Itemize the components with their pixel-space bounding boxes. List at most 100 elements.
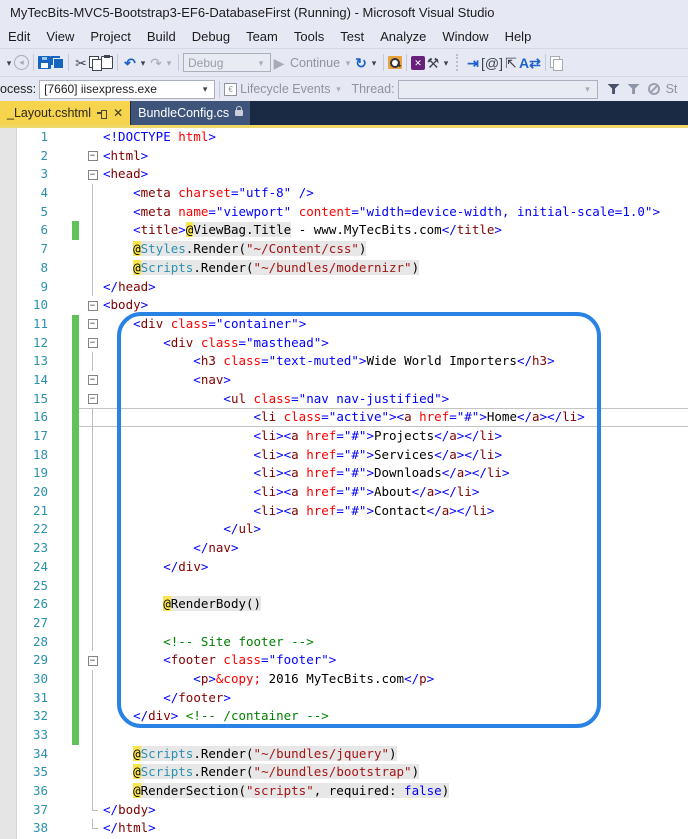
code-line-2[interactable]: 2 − <html> — [0, 147, 688, 166]
code-text[interactable]: @RenderBody() — [103, 595, 688, 614]
code-text[interactable]: <ul class="nav nav-justified"> — [103, 390, 688, 409]
code-line-12[interactable]: 12 − <div class="masthead"> — [0, 333, 688, 353]
continue-play-icon[interactable]: ▶ — [271, 50, 287, 76]
copy-icon[interactable] — [89, 56, 102, 71]
menu-item-team[interactable]: Team — [238, 26, 286, 48]
code-text[interactable]: <!DOCTYPE html> — [103, 128, 688, 147]
redo-caret[interactable]: ▾ — [164, 50, 174, 76]
filter-funnel-caret-icon[interactable] — [628, 83, 640, 95]
code-line-20[interactable]: 20 <li><a href="#">About</a></li> — [0, 483, 688, 502]
code-text[interactable]: </body> — [103, 801, 688, 820]
process-combo[interactable]: [7660] iisexpress.exe ▾ — [39, 79, 216, 99]
fold-collapse-box[interactable]: − — [87, 319, 98, 330]
menu-item-tools[interactable]: Tools — [286, 26, 332, 48]
code-line-4[interactable]: 4 <meta charset="utf-8" /> — [0, 184, 688, 203]
indent-icon[interactable]: ⇥ — [465, 50, 481, 76]
tab-bundleconfig-cs[interactable]: BundleConfig.cs — [131, 101, 251, 125]
sync-namespace-icon[interactable]: ⇱ — [503, 50, 519, 76]
code-text[interactable]: </head> — [103, 278, 688, 297]
code-text[interactable]: @Scripts.Render("~/bundles/bootstrap") — [103, 763, 688, 782]
code-text[interactable]: @Scripts.Render("~/bundles/modernizr") — [103, 259, 688, 278]
fold-collapse-box[interactable]: − — [87, 169, 98, 180]
lifecycle-events-label[interactable]: Lifecycle Events — [240, 82, 330, 96]
code-line-36[interactable]: 36 @RenderSection("scripts", required: f… — [0, 782, 688, 801]
code-text[interactable]: <!-- Site footer --> — [103, 633, 688, 652]
code-line-27[interactable]: 27 — [0, 613, 688, 633]
code-text[interactable]: <html> — [103, 147, 688, 166]
code-text[interactable]: <meta charset="utf-8" /> — [103, 184, 688, 203]
code-text[interactable] — [103, 614, 688, 633]
fold-collapse-box[interactable]: − — [87, 375, 98, 386]
code-line-19[interactable]: 19 <li><a href="#">Downloads</a></li> — [0, 464, 688, 484]
code-line-24[interactable]: 24 </div> — [0, 557, 688, 577]
code-line-3[interactable]: 3 − <head> — [0, 165, 688, 184]
refresh-caret[interactable]: ▾ — [369, 50, 379, 76]
menu-item-test[interactable]: Test — [332, 26, 372, 48]
undo-icon[interactable]: ↶ — [122, 50, 138, 76]
code-line-30[interactable]: 30 <p>&copy; 2016 MyTecBits.com</p> — [0, 669, 688, 689]
code-text[interactable]: <li class="active"><a href="#">Home</a><… — [103, 408, 688, 427]
code-text[interactable]: </div> — [103, 558, 688, 577]
menu-item-edit[interactable]: Edit — [0, 26, 38, 48]
chevron-down-icon[interactable]: ▾ — [333, 77, 343, 101]
thread-combo[interactable]: ▾ — [397, 79, 598, 99]
menu-item-view[interactable]: View — [38, 26, 82, 48]
code-line-14[interactable]: 14 − <nav> — [0, 370, 688, 390]
close-icon[interactable]: ✕ — [113, 107, 123, 119]
code-line-6[interactable]: 6 <title>@ViewBag.Title - www.MyTecBits.… — [0, 221, 688, 241]
code-line-22[interactable]: 22 </ul> — [0, 520, 688, 540]
code-text[interactable] — [103, 726, 688, 745]
menu-item-analyze[interactable]: Analyze — [372, 26, 434, 48]
code-line-35[interactable]: 35 @Scripts.Render("~/bundles/bootstrap"… — [0, 763, 688, 783]
rename-icon[interactable]: A⇄ — [519, 50, 541, 76]
code-text[interactable]: @Scripts.Render("~/bundles/jquery") — [103, 745, 688, 764]
save-icon[interactable] — [38, 56, 51, 69]
code-text[interactable]: </nav> — [103, 539, 688, 558]
redo-icon[interactable]: ↷ — [148, 50, 164, 76]
continue-caret[interactable]: ▾ — [343, 50, 353, 76]
code-text[interactable]: <li><a href="#">Downloads</a></li> — [103, 464, 688, 483]
menu-item-debug[interactable]: Debug — [184, 26, 238, 48]
code-text[interactable]: <div class="masthead"> — [103, 334, 688, 353]
code-line-34[interactable]: 34 @Scripts.Render("~/bundles/jquery") — [0, 744, 688, 764]
code-text[interactable]: <li><a href="#">Services</a></li> — [103, 446, 688, 465]
code-text[interactable]: @RenderSection("scripts", required: fals… — [103, 782, 688, 801]
fold-collapse-box[interactable]: − — [87, 338, 98, 349]
code-line-18[interactable]: 18 <li><a href="#">Services</a></li> — [0, 445, 688, 465]
code-line-1[interactable]: 1 <!DOCTYPE html> — [0, 128, 688, 147]
code-text[interactable]: <li><a href="#">About</a></li> — [103, 483, 688, 502]
title-bar[interactable]: MyTecBits-MVC5-Bootstrap3-EF6-DatabaseFi… — [0, 0, 688, 26]
tab-layout-cshtml[interactable]: _Layout.cshtml ✕ — [0, 101, 131, 125]
code-line-11[interactable]: 11 − <div class="container"> — [0, 314, 688, 334]
code-text[interactable]: @Styles.Render("~/Content/css") — [103, 240, 688, 259]
paste-icon[interactable] — [101, 55, 113, 69]
menu-item-window[interactable]: Window — [434, 26, 496, 48]
refresh-icon[interactable]: ↻ — [353, 50, 369, 76]
debug-target-icon[interactable]: ✕ — [411, 55, 426, 70]
code-line-29[interactable]: 29 − <footer class="footer"> — [0, 651, 688, 670]
solution-configurations-combo[interactable]: Debug ▾ — [183, 53, 271, 72]
code-line-37[interactable]: 37 </body> — [0, 800, 688, 820]
pin-icon[interactable] — [97, 109, 108, 119]
cut-icon[interactable]: ✂ — [73, 50, 89, 76]
code-line-10[interactable]: 10 − <body> — [0, 296, 688, 315]
code-text[interactable]: <li><a href="#">Contact</a></li> — [103, 502, 688, 521]
code-text[interactable] — [103, 577, 688, 596]
code-text[interactable]: <head> — [103, 165, 688, 184]
code-line-28[interactable]: 28 <!-- Site footer --> — [0, 632, 688, 652]
fold-collapse-box[interactable]: − — [87, 151, 98, 162]
code-line-21[interactable]: 21 <li><a href="#">Contact</a></li> — [0, 501, 688, 521]
code-line-8[interactable]: 8 @Scripts.Render("~/bundles/modernizr") — [0, 258, 688, 278]
code-text[interactable]: <nav> — [103, 371, 688, 390]
at-commit-icon[interactable]: [@] — [481, 50, 503, 76]
navigate-backward-icon[interactable]: ◂ — [14, 55, 29, 70]
find-in-files-icon[interactable] — [388, 56, 403, 69]
save-all-icon[interactable] — [51, 56, 64, 69]
toolbar-overflow-caret[interactable]: ▾ — [441, 50, 451, 76]
code-line-7[interactable]: 7 @Styles.Render("~/Content/css") — [0, 240, 688, 259]
continue-label[interactable]: Continue — [290, 56, 340, 70]
menu-item-project[interactable]: Project — [82, 26, 138, 48]
code-line-25[interactable]: 25 — [0, 576, 688, 596]
code-text[interactable]: <li><a href="#">Projects</a></li> — [103, 427, 688, 446]
wrench-icon[interactable]: ⚒ — [425, 50, 441, 76]
